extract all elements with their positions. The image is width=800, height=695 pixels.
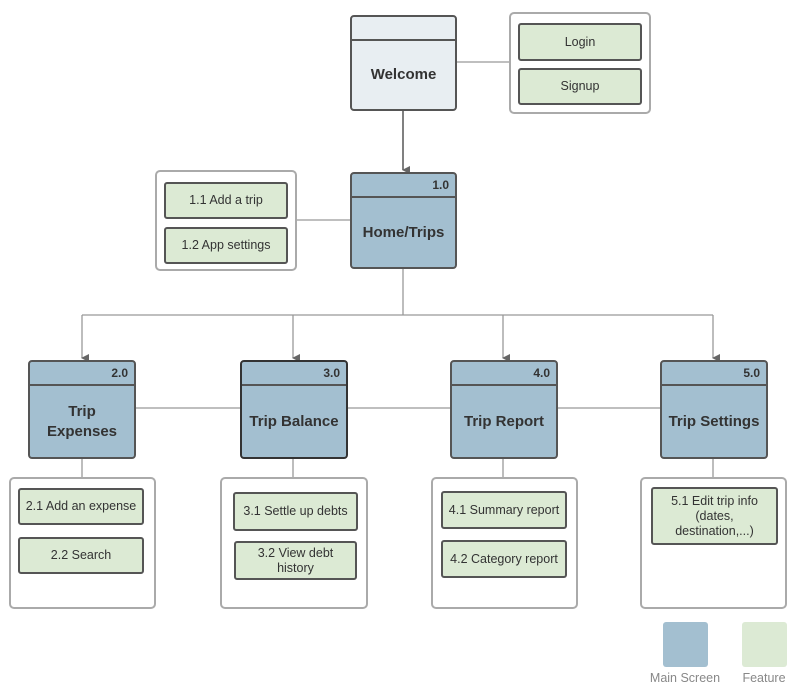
- legend-main-screen-label: Main Screen: [649, 671, 721, 685]
- screen-title: Home/Trips: [362, 223, 445, 241]
- home-screen: 1.0 Home/Trips: [350, 172, 457, 269]
- screen-number: 5.0: [662, 362, 766, 386]
- legend-main-screen-swatch: [663, 622, 708, 667]
- screen-number: 2.0: [30, 362, 134, 386]
- feature-edit-trip-info: 5.1 Edit trip info (dates, destination,.…: [651, 487, 778, 545]
- feature-category-report: 4.2 Category report: [441, 540, 567, 578]
- trip-report-screen: 4.0 Trip Report: [450, 360, 558, 459]
- feature-add-trip: 1.1 Add a trip: [164, 182, 288, 219]
- trip-balance-screen: 3.0 Trip Balance: [240, 360, 348, 459]
- screen-number: 1.0: [352, 174, 455, 198]
- screen-title: Trip Settings: [668, 412, 760, 430]
- feature-debt-history: 3.2 View debt history: [234, 541, 357, 580]
- feature-settle-up: 3.1 Settle up debts: [233, 492, 358, 531]
- trip-expenses-screen: 2.0 Trip Expenses: [28, 360, 136, 459]
- sitemap-diagram: Welcome Login Signup 1.0 Home/Trips 1.1 …: [0, 0, 800, 695]
- screen-title: Trip Balance: [249, 412, 339, 430]
- screen-title: Trip Expenses: [46, 402, 118, 440]
- feature-signup: Signup: [518, 68, 642, 105]
- feature-summary-report: 4.1 Summary report: [441, 491, 567, 529]
- feature-login: Login: [518, 23, 642, 61]
- legend-feature-swatch: [742, 622, 787, 667]
- feature-app-settings: 1.2 App settings: [164, 227, 288, 264]
- screen-number: 3.0: [242, 362, 346, 386]
- welcome-screen: Welcome: [350, 15, 457, 111]
- welcome-title: Welcome: [370, 66, 437, 83]
- feature-add-expense: 2.1 Add an expense: [18, 488, 144, 525]
- feature-search: 2.2 Search: [18, 537, 144, 574]
- trip-settings-screen: 5.0 Trip Settings: [660, 360, 768, 459]
- legend-feature-label: Feature: [742, 671, 786, 685]
- welcome-header: [352, 17, 455, 41]
- screen-title: Trip Report: [463, 412, 544, 430]
- screen-number: 4.0: [452, 362, 556, 386]
